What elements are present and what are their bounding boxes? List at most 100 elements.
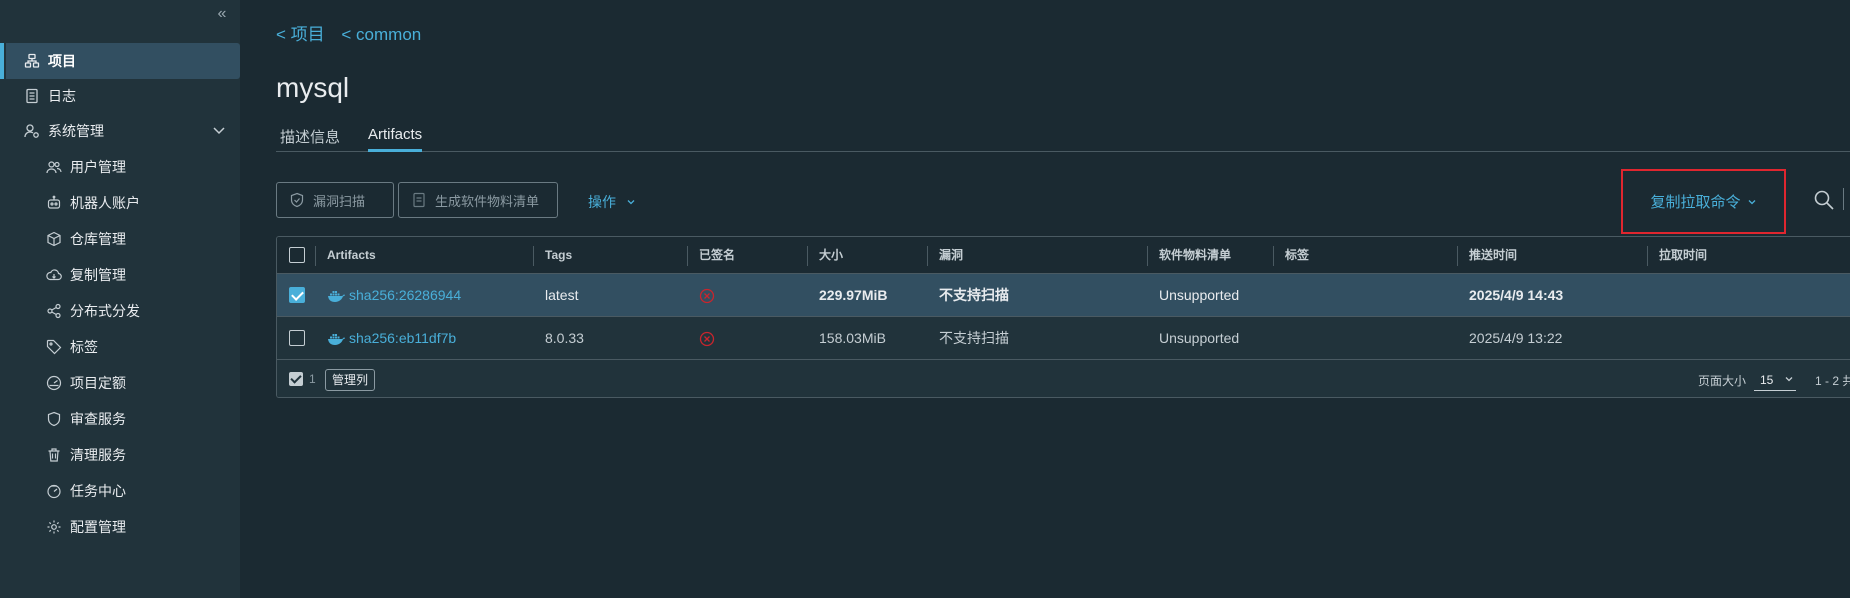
push-time-cell: 2025/4/9 13:22 — [1469, 330, 1563, 346]
users-icon — [46, 159, 62, 175]
app-root: « 项目 日志 系统管理 用户管理 机器人账户 仓库管理 复制管理 分布式分发 … — [0, 0, 1850, 598]
generate-sbom-button[interactable]: 生成软件物料清单 — [398, 182, 558, 218]
sidebar-item-admin[interactable]: 系统管理 — [0, 113, 240, 149]
tab-bar: 描述信息 Artifacts — [276, 120, 1850, 152]
push-time-cell: 2025/4/9 14:43 — [1469, 287, 1564, 303]
table-header: Artifacts Tags 已签名 大小 漏洞 软件物料清单 标签 推送时间 … — [277, 237, 1850, 274]
sidebar-item-label: 标签 — [70, 339, 98, 355]
sidebar-item-registries[interactable]: 仓库管理 — [0, 221, 240, 257]
project-icon — [24, 53, 40, 69]
sidebar-item-logs[interactable]: 日志 — [0, 78, 240, 114]
sidebar-item-labels[interactable]: 标签 — [0, 329, 240, 365]
column-header-pull-time[interactable]: 拉取时间 — [1647, 237, 1707, 274]
scan-button-label: 漏洞扫描 — [313, 193, 366, 209]
manage-columns-button[interactable]: 管理列 — [325, 369, 376, 391]
not-signed-icon — [699, 331, 715, 347]
size-cell: 229.97MiB — [819, 287, 888, 303]
sidebar-item-label: 日志 — [48, 88, 76, 104]
artifact-digest: sha256:26286944 — [349, 287, 462, 303]
vulnerabilities-cell: 不支持扫描 — [939, 287, 1009, 303]
sidebar-item-jobs[interactable]: 任务中心 — [0, 473, 240, 509]
sidebar-item-label: 用户管理 — [70, 159, 126, 175]
actions-label: 操作 — [588, 194, 616, 210]
size-cell: 158.03MiB — [819, 330, 886, 346]
docker-icon — [328, 333, 345, 345]
tags-cell: 8.0.33 — [545, 330, 584, 346]
sidebar-item-interrogation[interactable]: 审查服务 — [0, 401, 240, 437]
docker-icon — [328, 290, 345, 302]
sbom-cell: Unsupported — [1159, 330, 1240, 346]
gear-icon — [46, 519, 62, 535]
column-header-size[interactable]: 大小 — [807, 237, 843, 274]
sidebar-item-label: 分布式分发 — [70, 303, 140, 319]
main-content: < 项目 < common mysql 描述信息 Artifacts 漏洞扫描 … — [240, 0, 1850, 598]
distribution-icon — [46, 303, 62, 319]
interrogation-icon — [46, 411, 62, 427]
breadcrumb-projects-link[interactable]: < 项目 — [276, 25, 325, 44]
sidebar-item-robots[interactable]: 机器人账户 — [0, 185, 240, 221]
column-header-push-time[interactable]: 推送时间 — [1457, 237, 1517, 274]
pagination-info: 1 - 2 共计 2 条 — [1815, 374, 1850, 388]
admin-icon — [24, 123, 40, 139]
page-size-label: 页面大小 — [1698, 374, 1747, 388]
selected-checkbox-icon — [289, 372, 303, 386]
column-header-tags[interactable]: Tags — [533, 237, 572, 274]
scan-vulnerability-button[interactable]: 漏洞扫描 — [276, 182, 394, 218]
sidebar-item-quotas[interactable]: 项目定额 — [0, 365, 240, 401]
column-header-artifacts[interactable]: Artifacts — [315, 237, 376, 274]
copy-pull-command-button[interactable]: 复制拉取命令 — [1621, 169, 1786, 234]
sbom-button-label: 生成软件物料清单 — [435, 193, 540, 209]
table-row[interactable]: sha256:eb11df7b 8.0.33 158.03MiB 不支持扫描 U… — [277, 317, 1850, 360]
search-icon[interactable] — [1812, 188, 1836, 212]
actions-dropdown[interactable]: 操作 — [588, 192, 636, 212]
trash-icon — [46, 447, 62, 463]
sidebar-item-label: 审查服务 — [70, 411, 126, 427]
row-checkbox[interactable] — [289, 287, 305, 303]
column-header-labels[interactable]: 标签 — [1273, 237, 1309, 274]
sidebar-item-label: 配置管理 — [70, 519, 126, 535]
page-title: mysql — [276, 72, 350, 103]
sidebar-item-label: 清理服务 — [70, 447, 126, 463]
chevron-down-icon[interactable] — [212, 123, 226, 137]
sbom-icon — [411, 192, 427, 208]
sidebar-item-label: 复制管理 — [70, 267, 126, 283]
sidebar-item-projects[interactable]: 项目 — [0, 43, 240, 79]
sidebar-item-distribution[interactable]: 分布式分发 — [0, 293, 240, 329]
sbom-cell: Unsupported — [1159, 287, 1240, 303]
column-header-signed[interactable]: 已签名 — [687, 237, 735, 274]
breadcrumb-common-link[interactable]: < common — [341, 25, 421, 44]
sidebar-item-label: 任务中心 — [70, 483, 126, 499]
sidebar-item-replication[interactable]: 复制管理 — [0, 257, 240, 293]
sidebar-item-users[interactable]: 用户管理 — [0, 149, 240, 185]
tab-artifacts[interactable]: Artifacts — [368, 126, 423, 152]
table-row[interactable]: sha256:26286944 latest 229.97MiB 不支持扫描 U… — [277, 274, 1850, 317]
artifact-digest-link[interactable]: sha256:eb11df7b — [315, 317, 456, 360]
log-icon — [24, 88, 40, 104]
artifacts-table: Artifacts Tags 已签名 大小 漏洞 软件物料清单 标签 推送时间 … — [276, 236, 1850, 398]
column-header-vulnerabilities[interactable]: 漏洞 — [927, 237, 963, 274]
collapse-sidebar-icon[interactable]: « — [214, 4, 230, 24]
registry-icon — [46, 231, 62, 247]
row-checkbox[interactable] — [289, 330, 305, 346]
sidebar: « 项目 日志 系统管理 用户管理 机器人账户 仓库管理 复制管理 分布式分发 … — [0, 0, 240, 598]
sidebar-item-cleanup[interactable]: 清理服务 — [0, 437, 240, 473]
artifact-digest-link[interactable]: sha256:26286944 — [315, 274, 461, 317]
sidebar-item-configuration[interactable]: 配置管理 — [0, 509, 240, 545]
tags-cell: latest — [545, 287, 579, 303]
chevron-down-icon — [1785, 377, 1793, 382]
replication-icon — [46, 267, 62, 283]
page-size-select[interactable]: 15 — [1754, 369, 1796, 391]
column-header-sbom[interactable]: 软件物料清单 — [1147, 237, 1231, 274]
tab-description[interactable]: 描述信息 — [280, 126, 340, 152]
sidebar-item-label: 机器人账户 — [70, 195, 140, 211]
sidebar-item-label: 项目 — [48, 53, 76, 69]
tag-icon — [46, 339, 62, 355]
not-signed-icon — [699, 288, 715, 304]
selected-count: 1 — [309, 372, 316, 386]
select-all-checkbox[interactable] — [289, 247, 305, 263]
sidebar-item-label: 系统管理 — [48, 123, 104, 139]
vulnerabilities-cell: 不支持扫描 — [939, 330, 1009, 346]
page-size-value: 15 — [1760, 373, 1774, 387]
shield-icon — [289, 192, 305, 208]
chevron-down-icon — [627, 200, 635, 205]
